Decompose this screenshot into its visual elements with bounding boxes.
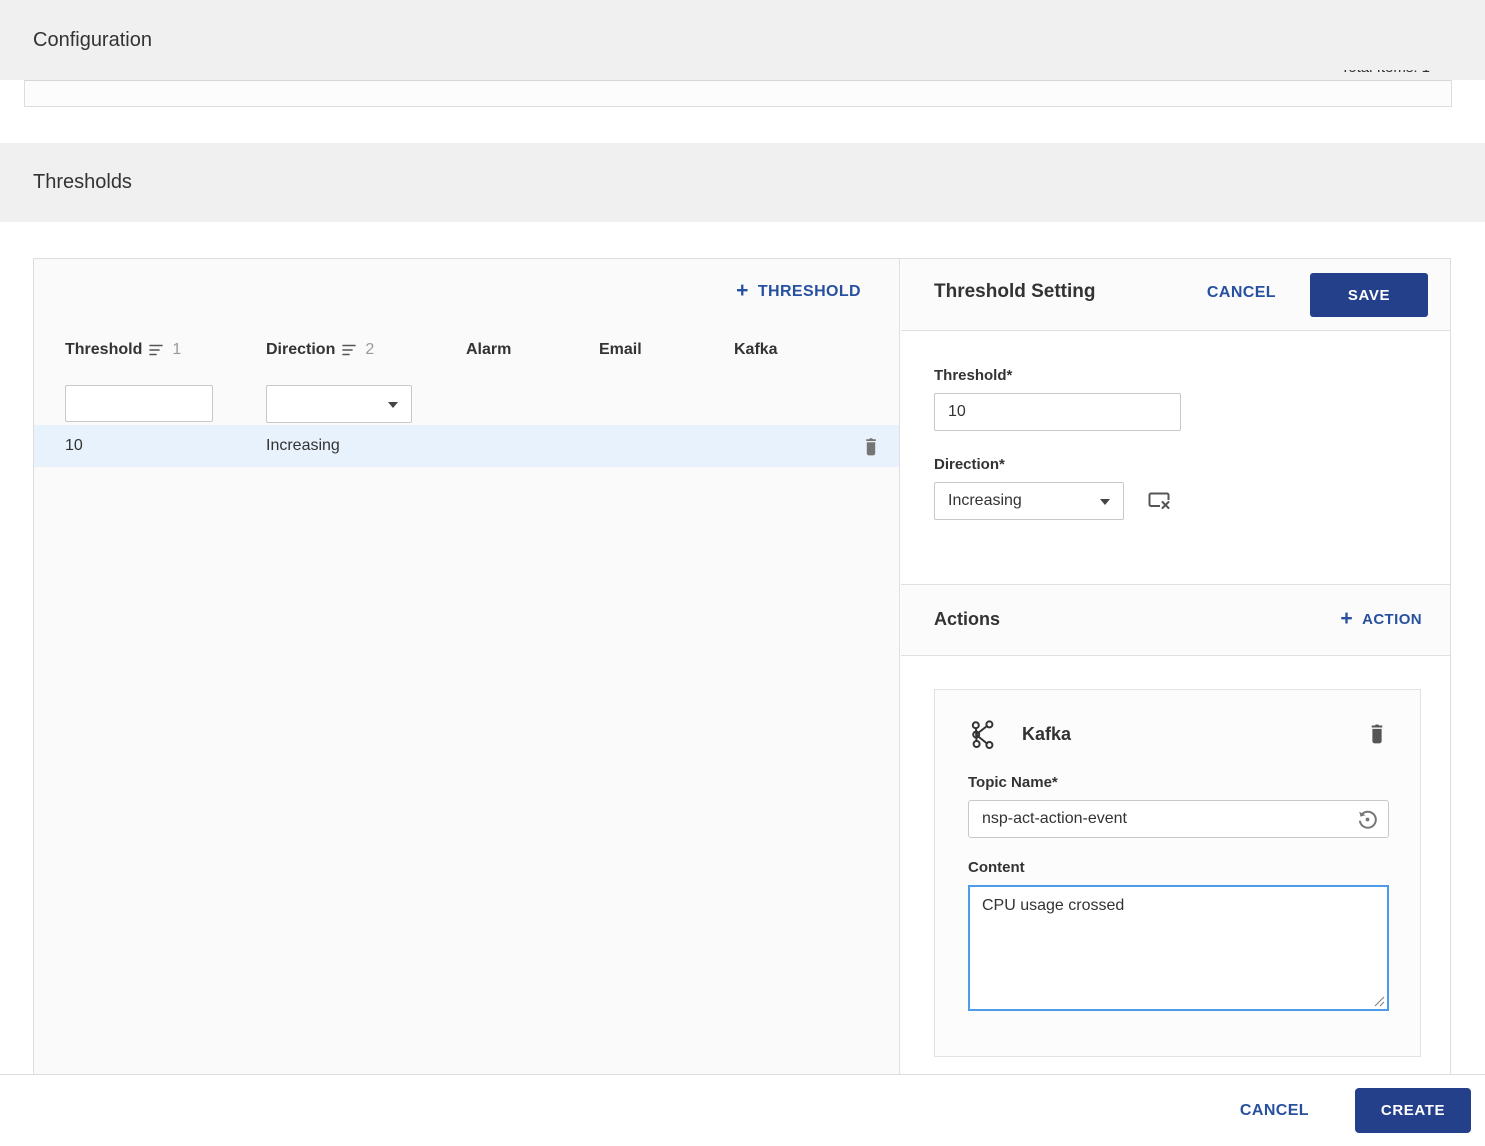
sort-order-badge: 1 [172,341,182,358]
table-row[interactable]: 10 Increasing [34,425,899,467]
sort-order-badge: 2 [365,341,375,358]
thresholds-title: Thresholds [33,171,132,193]
threshold-cancel-button[interactable]: CANCEL [1207,284,1276,302]
actions-title: Actions [934,609,1001,629]
kafka-icon [971,719,994,749]
kafka-card-title: Kafka [1022,723,1072,744]
direction-select[interactable]: Increasing [934,482,1124,520]
row-direction-cell: Increasing [266,437,340,454]
restore-default-icon[interactable] [1356,808,1379,831]
delete-row-trash-icon[interactable] [861,436,881,456]
clear-selection-icon[interactable] [1147,490,1173,512]
footer-cancel-button[interactable]: CANCEL [1240,1102,1309,1120]
threshold-save-button[interactable]: SAVE [1310,273,1428,317]
kafka-action-card: Kafka Topic Name* Content CPU [934,689,1421,1057]
kafka-card-header: Kafka [968,718,1387,750]
content-textarea[interactable]: CPU usage crossed [968,885,1389,1011]
table-toolbar: + THRESHOLD [34,259,899,331]
configuration-title: Configuration [33,28,152,51]
threshold-setting-panel: Threshold Setting CANCEL SAVE Threshold*… [901,259,1450,1074]
column-header-alarm[interactable]: Alarm [466,341,511,359]
chevron-down-icon [1100,499,1110,505]
plus-icon: + [736,279,749,302]
thresholds-panel: + THRESHOLD Threshold 1 Direction 2 Alar… [33,258,1451,1074]
topic-name-label: Topic Name* [968,774,1058,791]
threshold-setting-fields: Threshold* Direction* Increasing [901,331,1450,520]
table-header-row: Threshold 1 Direction 2 Alarm Email Kafk… [34,341,899,379]
column-header-kafka[interactable]: Kafka [734,341,778,359]
sort-icon [342,344,357,356]
threshold-field-label: Threshold* [934,367,1013,384]
table-filter-row [34,383,899,429]
thresholds-section-header: Thresholds [0,143,1485,222]
threshold-value-input[interactable] [934,393,1181,431]
row-threshold-cell: 10 [65,437,83,454]
direction-filter-select[interactable] [266,385,412,423]
footer-action-bar: CANCEL CREATE [0,1074,1485,1146]
threshold-setting-title: Threshold Setting [934,281,1096,302]
add-threshold-button[interactable]: + THRESHOLD [736,279,861,302]
content-label: Content [968,859,1025,876]
direction-field-label: Direction* [934,456,1005,473]
actions-section-header: Actions + ACTION [901,584,1450,656]
configuration-section-header: Configuration [0,0,1485,80]
thresholds-table: + THRESHOLD Threshold 1 Direction 2 Alar… [34,259,900,1074]
threshold-filter-input[interactable] [65,385,213,422]
configuration-table-remnant [24,80,1452,107]
footer-create-button[interactable]: CREATE [1355,1088,1471,1133]
total-items-clipped-text: Total Items: 1 [1341,70,1430,80]
column-header-threshold[interactable]: Threshold 1 [65,341,181,359]
delete-action-trash-icon[interactable] [1367,722,1387,744]
direction-select-value: Increasing [948,492,1022,509]
sort-icon [149,344,164,356]
add-action-label: ACTION [1362,611,1422,628]
threshold-setting-header: Threshold Setting CANCEL SAVE [901,259,1450,331]
topic-name-input[interactable] [968,800,1389,838]
column-header-email[interactable]: Email [599,341,642,359]
add-action-button[interactable]: + ACTION [1340,607,1422,630]
add-threshold-label: THRESHOLD [757,282,861,300]
app-root: Configuration Total Items: 1 Thresholds … [0,0,1485,1146]
column-header-direction[interactable]: Direction 2 [266,341,374,359]
chevron-down-icon [388,402,398,408]
plus-icon: + [1340,607,1354,630]
